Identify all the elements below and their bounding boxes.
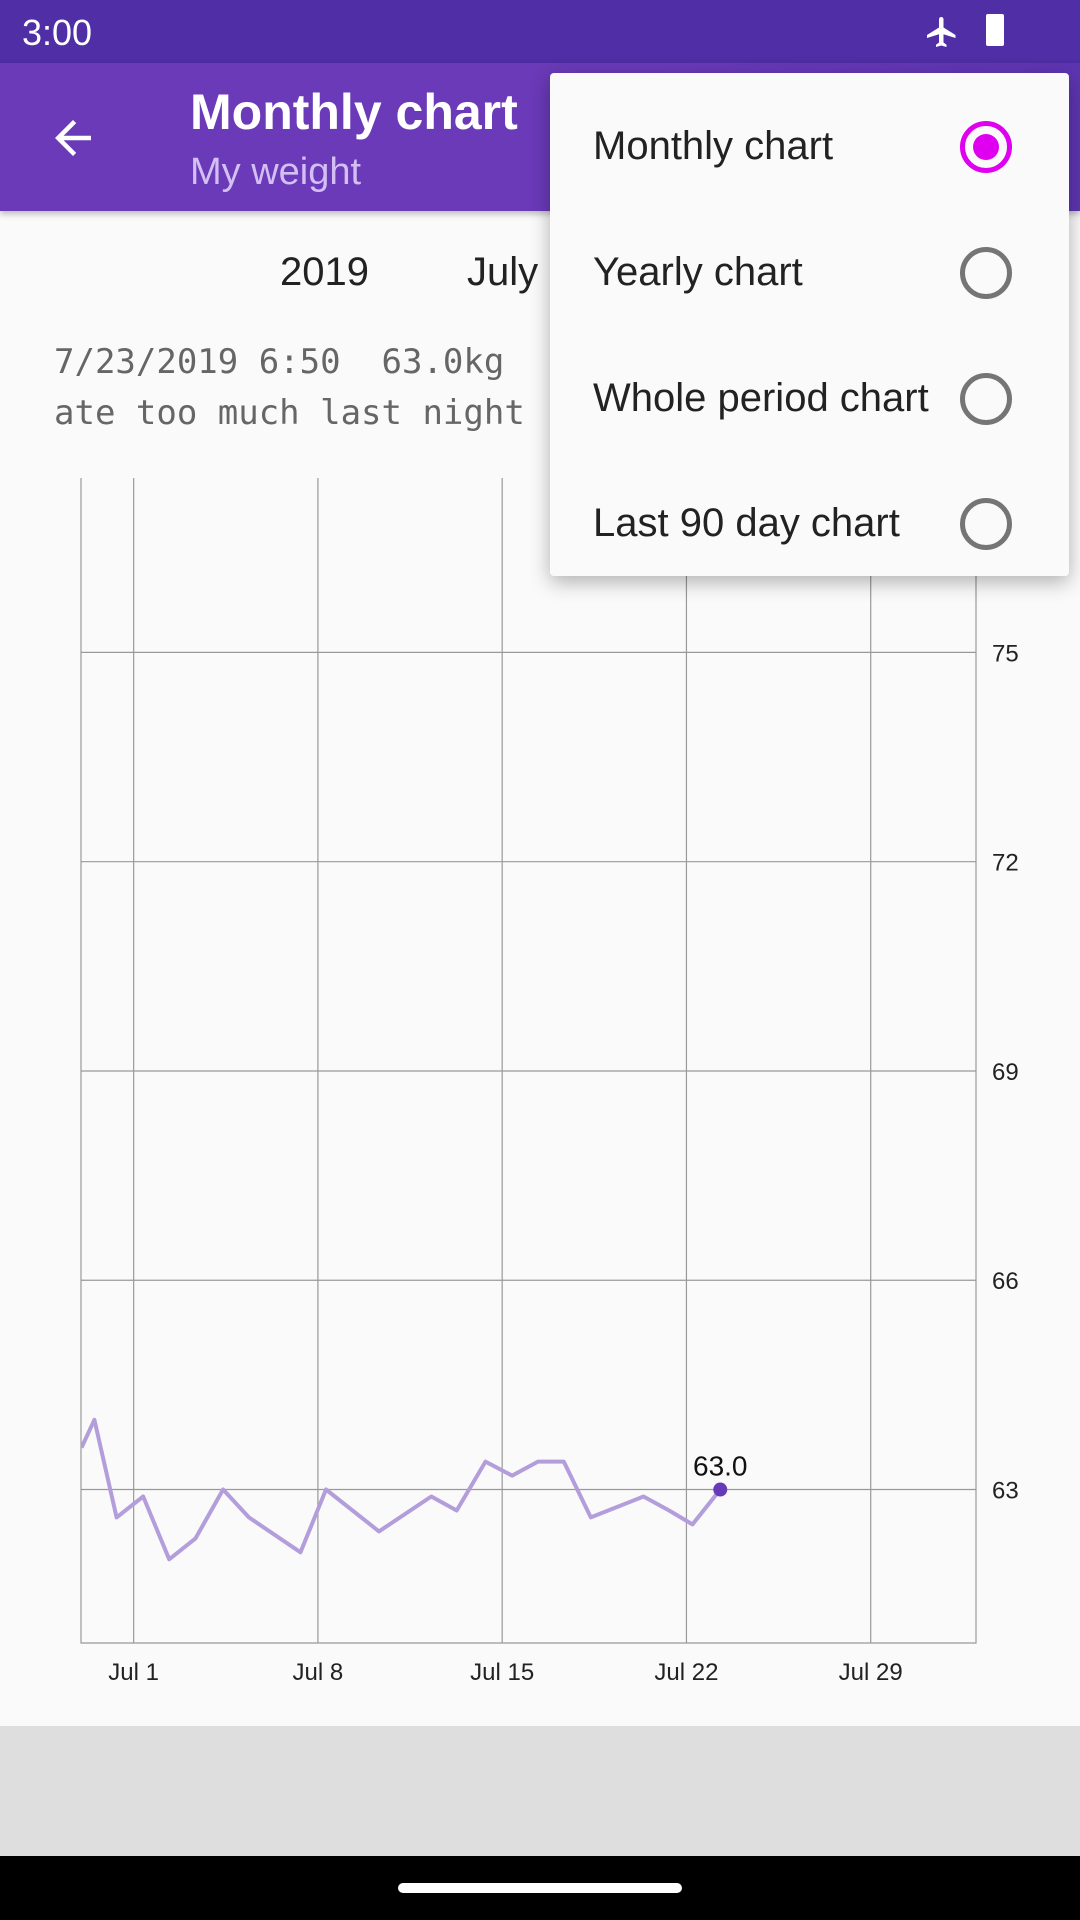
menu-item-yearly[interactable]: Yearly chart	[550, 210, 1069, 336]
radio-selected-icon[interactable]	[960, 121, 1012, 173]
y-tick-label: 66	[992, 1268, 1019, 1295]
y-tick-label: 75	[992, 640, 1019, 667]
radio-unselected-icon[interactable]	[960, 373, 1012, 425]
navigation-bar	[0, 1856, 1080, 1920]
menu-item-label: Yearly chart	[593, 250, 803, 294]
radio-unselected-icon[interactable]	[960, 498, 1012, 550]
menu-item-label: Last 90 day chart	[593, 501, 900, 545]
highlighted-point	[713, 1482, 728, 1497]
x-tick-label: Jul 8	[293, 1659, 344, 1686]
menu-item-label: Whole period chart	[593, 376, 929, 420]
x-tick-label: Jul 22	[654, 1659, 718, 1686]
bottom-panel	[0, 1726, 1080, 1856]
x-tick-label: Jul 29	[839, 1659, 903, 1686]
chart-type-menu: Monthly chart Yearly chart Whole period …	[550, 73, 1069, 576]
home-handle[interactable]	[398, 1883, 682, 1893]
y-tick-label: 72	[992, 850, 1019, 877]
menu-item-monthly[interactable]: Monthly chart	[550, 84, 1069, 210]
y-tick-label: 63	[992, 1478, 1019, 1505]
highlight-label: 63.0	[693, 1451, 748, 1482]
x-tick-label: Jul 1	[108, 1659, 159, 1686]
menu-item-whole-period[interactable]: Whole period chart	[550, 336, 1069, 462]
menu-item-label: Monthly chart	[593, 124, 834, 168]
radio-unselected-icon[interactable]	[960, 247, 1012, 299]
menu-item-last-90-days[interactable]: Last 90 day chart	[550, 461, 1069, 587]
x-tick-label: Jul 15	[470, 1659, 534, 1686]
y-tick-label: 69	[992, 1059, 1019, 1086]
